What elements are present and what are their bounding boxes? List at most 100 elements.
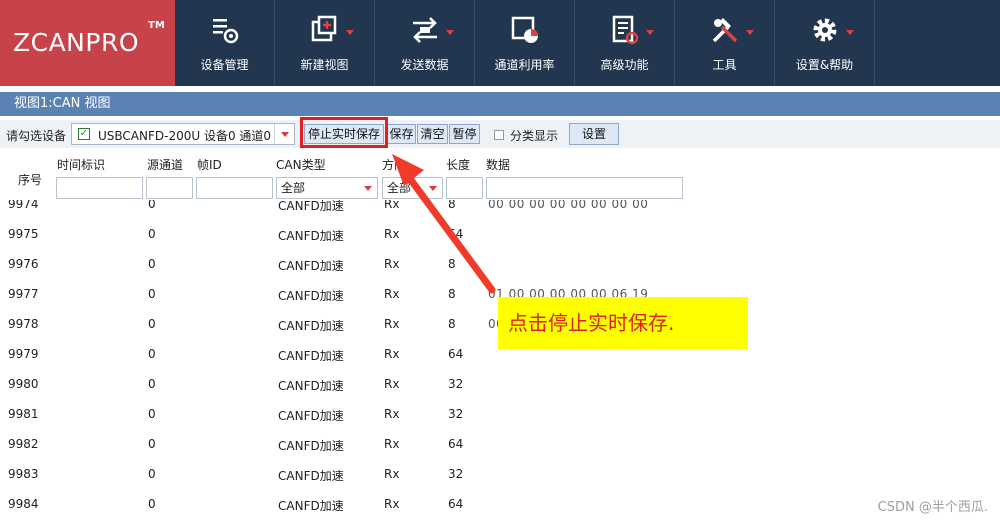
cell-len: 8	[448, 317, 456, 331]
cell-len: 32	[448, 377, 464, 391]
cell-channel: 0	[148, 287, 156, 301]
highlight-box	[300, 117, 388, 148]
cell-dir: Rx	[384, 407, 400, 421]
device-select[interactable]: ✓ USBCANFD-200U 设备0 通道0	[71, 123, 295, 145]
cell-type: CANFD加速	[278, 409, 344, 423]
cell-dir: Rx	[384, 497, 400, 511]
cell-seq: 9979	[8, 347, 39, 361]
cell-seq: 9976	[8, 257, 39, 271]
toolbar-label: 发送数据	[400, 58, 449, 72]
filter-length-input[interactable]	[446, 177, 483, 199]
cell-type: CANFD加速	[278, 469, 344, 483]
cell-seq: 9980	[8, 377, 39, 391]
header-direction: 方向	[382, 158, 407, 172]
toolbar-settings-help[interactable]: 设置&帮助	[775, 0, 875, 86]
cell-seq: 9982	[8, 437, 39, 451]
filter-time-input[interactable]	[56, 177, 143, 199]
view-title-bar: 视图1:CAN 视图	[0, 92, 1000, 116]
message-table-body: 9974 0 CANFD加速 Rx 8 00 00 00 00 00 00 00 00 99…	[0, 190, 1000, 522]
toolbar-tools[interactable]: 工具	[675, 0, 775, 86]
toolbar-label: 设置&帮助	[795, 58, 854, 72]
channel-usage-icon	[511, 16, 538, 43]
chevron-down-icon	[346, 30, 354, 35]
cell-dir: Rx	[384, 257, 400, 271]
table-row[interactable]: 9984 0 CANFD加速 Rx 64	[0, 489, 1000, 519]
filter-direction-select[interactable]: 全部	[382, 177, 443, 199]
device-select-value: USBCANFD-200U 设备0 通道0	[98, 129, 272, 143]
header-time: 时间标识	[57, 158, 106, 172]
cell-seq: 9977	[8, 287, 39, 301]
cell-channel: 0	[148, 347, 156, 361]
cell-len: 64	[448, 347, 464, 361]
header-can-type: CAN类型	[276, 158, 326, 172]
cell-seq: 9984	[8, 497, 39, 511]
cell-type: CANFD加速	[278, 499, 344, 513]
cell-seq: 9983	[8, 467, 39, 481]
controls-row: 请勾选设备 ✓ USBCANFD-200U 设备0 通道0 停止实时保存 保存 …	[0, 120, 1000, 148]
cell-type: CANFD加速	[278, 319, 344, 333]
cell-dir: Rx	[384, 377, 400, 391]
header-seq: 序号	[18, 173, 43, 187]
cell-seq: 9981	[8, 407, 39, 421]
cell-len: 8	[448, 257, 456, 271]
filter-data-input[interactable]	[486, 177, 683, 199]
chevron-down-icon	[446, 30, 454, 35]
new-view-icon	[311, 15, 336, 42]
toolbar-advanced-features[interactable]: 高级功能	[575, 0, 675, 86]
cell-dir: Rx	[384, 467, 400, 481]
cell-len: 64	[448, 497, 464, 511]
cell-channel: 0	[148, 497, 156, 511]
app-logo: ZCANPRO TM	[0, 0, 175, 86]
classify-display-checkbox[interactable]	[494, 130, 504, 140]
toolbar-label: 设备管理	[200, 58, 249, 72]
toolbar-new-view[interactable]: 新建视图	[275, 0, 375, 86]
filter-frame-id-input[interactable]	[196, 177, 273, 199]
logo-text: ZCANPRO	[13, 28, 140, 57]
cell-channel: 0	[148, 257, 156, 271]
header-channel: 源通道	[147, 158, 184, 172]
header-data: 数据	[486, 158, 511, 172]
send-data-icon	[412, 17, 437, 43]
device-label: 请勾选设备	[6, 129, 67, 143]
device-settings-icon	[212, 19, 238, 44]
toolbar-channel-usage[interactable]: 通道利用率	[475, 0, 575, 86]
cell-type: CANFD加速	[278, 349, 344, 363]
table-row[interactable]: 9975 0 CANFD加速 Rx 64	[0, 219, 1000, 249]
table-row[interactable]: 9981 0 CANFD加速 Rx 32	[0, 399, 1000, 429]
cell-channel: 0	[148, 317, 156, 331]
cell-channel: 0	[148, 437, 156, 451]
device-checkbox[interactable]: ✓	[78, 128, 90, 140]
table-row[interactable]: 9982 0 CANFD加速 Rx 64	[0, 429, 1000, 459]
message-table-header: 序号 时间标识 源通道 帧ID CAN类型 方向 长度 数据 全部 全部	[0, 152, 1000, 200]
chevron-down-icon	[429, 186, 437, 191]
main-toolbar: ZCANPRO TM 设备管理 新建视图 发送数据 通道利用率 高级功能 工具 …	[0, 0, 1000, 86]
cell-len: 64	[448, 227, 464, 241]
header-frame-id: 帧ID	[197, 158, 222, 172]
chevron-down-icon	[846, 30, 854, 35]
toolbar-label: 新建视图	[300, 58, 349, 72]
chevron-down-icon	[364, 186, 372, 191]
clear-button[interactable]: 清空	[417, 124, 448, 144]
logo-trademark: TM	[148, 20, 165, 31]
chevron-down-icon	[646, 30, 654, 35]
cell-dir: Rx	[384, 227, 400, 241]
settings-button[interactable]: 设置	[569, 123, 619, 145]
table-row[interactable]: 9976 0 CANFD加速 Rx 8	[0, 249, 1000, 279]
classify-display-label: 分类显示	[510, 129, 559, 143]
toolbar-label: 工具	[712, 58, 737, 72]
toolbar-send-data[interactable]: 发送数据	[375, 0, 475, 86]
cell-channel: 0	[148, 227, 156, 241]
filter-channel-input[interactable]	[146, 177, 193, 199]
table-row[interactable]: 9980 0 CANFD加速 Rx 32	[0, 369, 1000, 399]
pause-button[interactable]: 暂停	[449, 124, 480, 144]
cell-dir: Rx	[384, 317, 400, 331]
chevron-down-icon[interactable]	[274, 124, 294, 144]
cell-type: CANFD加速	[278, 379, 344, 393]
cell-seq: 9975	[8, 227, 39, 241]
save-button[interactable]: 保存	[387, 124, 416, 144]
toolbar-label: 高级功能	[600, 58, 649, 72]
table-row[interactable]: 9983 0 CANFD加速 Rx 32	[0, 459, 1000, 489]
toolbar-device-management[interactable]: 设备管理	[175, 0, 275, 86]
filter-can-type-select[interactable]: 全部	[276, 177, 378, 199]
cell-len: 32	[448, 407, 464, 421]
